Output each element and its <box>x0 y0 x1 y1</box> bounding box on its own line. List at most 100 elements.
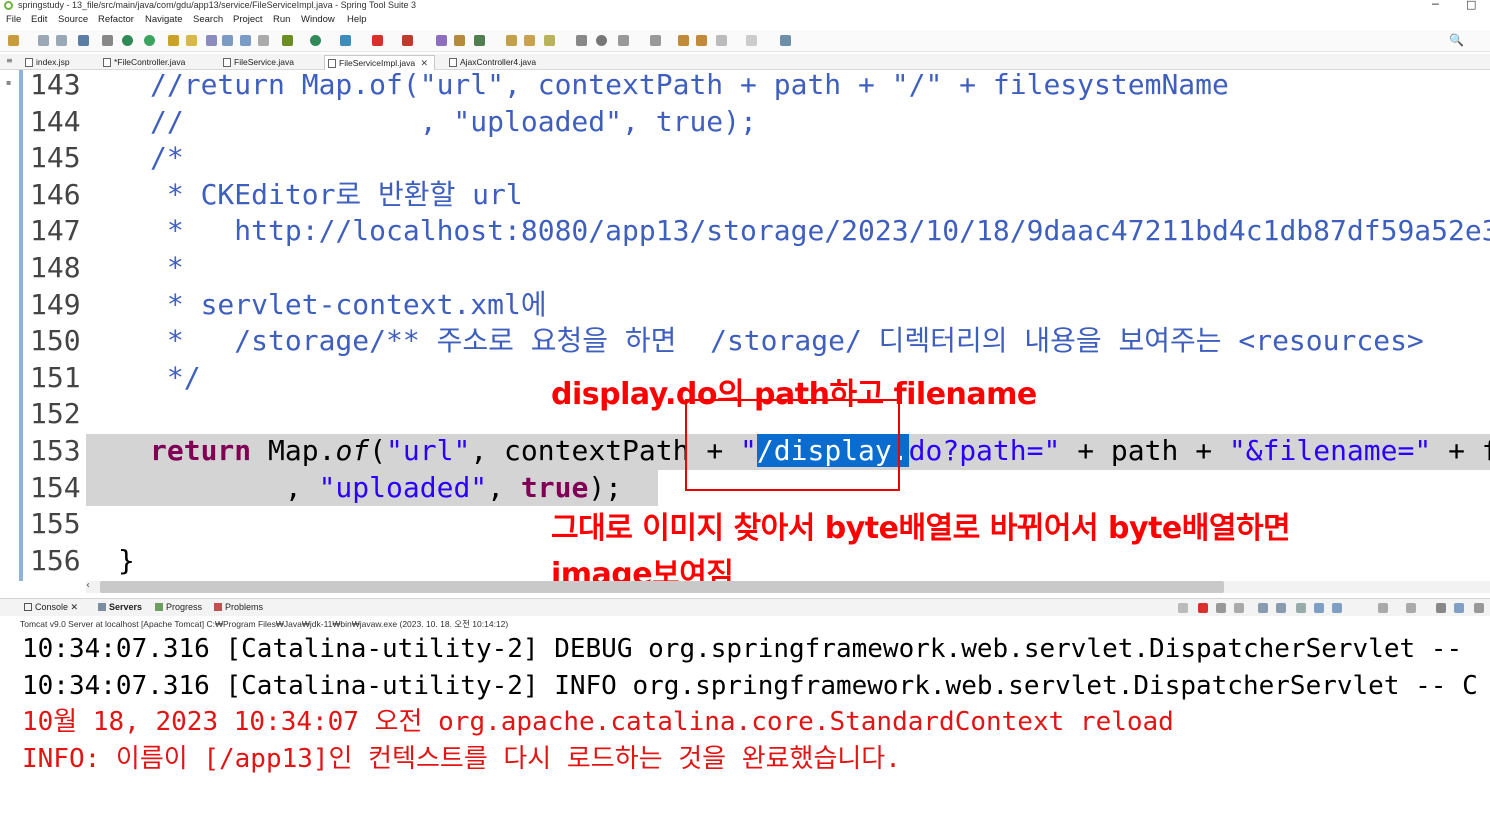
menu-bar: File Edit Source Refactor Navigate Searc… <box>0 13 1490 29</box>
close-icon[interactable]: ✕ <box>71 602 79 612</box>
menu-window[interactable]: Window <box>301 14 335 25</box>
start-server-icon[interactable] <box>122 35 133 46</box>
stop-icon[interactable] <box>372 35 383 46</box>
scroll-lock-icon[interactable] <box>1258 603 1268 613</box>
tab-progress[interactable]: Progress <box>155 602 202 612</box>
tab-fileservice[interactable]: FileService.java <box>220 55 300 70</box>
show-stderr-icon[interactable] <box>1314 603 1324 613</box>
search-icon[interactable]: 🔍 <box>1449 33 1464 47</box>
display-console-icon[interactable] <box>1378 603 1388 613</box>
external-tools-icon[interactable] <box>402 35 413 46</box>
word-wrap-icon[interactable] <box>1276 603 1286 613</box>
code-line[interactable]: 144 // , "uploaded", true); <box>0 104 1490 141</box>
skip-breakpoints-icon[interactable] <box>102 35 113 46</box>
menu-help[interactable]: Help <box>347 14 367 25</box>
view-menu-icon[interactable] <box>1474 603 1484 613</box>
code-line[interactable]: 148 * <box>0 250 1490 287</box>
search-tool-icon[interactable] <box>544 35 555 46</box>
coverage-icon[interactable] <box>340 35 351 46</box>
show-stdout-icon[interactable] <box>1296 603 1306 613</box>
menu-edit[interactable]: Edit <box>31 14 47 25</box>
code-line[interactable]: 147 * http://localhost:8080/app13/storag… <box>0 213 1490 250</box>
debug-icon[interactable] <box>282 35 293 46</box>
scroll-left-icon[interactable]: ‹ <box>86 580 90 591</box>
tab-index-jsp[interactable]: index.jsp <box>22 55 76 70</box>
line-text: } <box>118 543 135 577</box>
annotation-text: display.do의 path하고 filename <box>551 377 1037 412</box>
menu-file[interactable]: File <box>6 14 21 25</box>
terminate-icon[interactable] <box>1198 603 1208 613</box>
save-icon[interactable] <box>38 35 49 46</box>
next-edit-icon[interactable] <box>650 35 661 46</box>
menu-refactor[interactable]: Refactor <box>98 14 134 25</box>
menu-source[interactable]: Source <box>58 14 88 25</box>
menu-run[interactable]: Run <box>273 14 290 25</box>
menu-project[interactable]: Project <box>233 14 263 25</box>
problems-icon <box>214 603 222 611</box>
highlight-icon[interactable] <box>186 35 197 46</box>
open-task-icon[interactable] <box>524 35 535 46</box>
next-annotation-icon[interactable] <box>206 35 217 46</box>
editor-horizontal-scrollbar[interactable]: ‹ <box>86 580 1490 593</box>
tab-label: *FileController.java <box>114 57 186 67</box>
run-icon[interactable] <box>310 35 321 46</box>
java-file-icon <box>328 59 336 68</box>
code-line[interactable]: 150 * /storage/** 주소로 요청을 하면 /storage/ 디… <box>0 323 1490 360</box>
nav-back-icon[interactable] <box>716 35 727 46</box>
forward-icon[interactable] <box>696 35 707 46</box>
spring-tools-icon[interactable] <box>168 35 179 46</box>
code-line[interactable]: 143 //return Map.of("url", contextPath +… <box>0 70 1490 104</box>
main-toolbar: 🔍 <box>0 30 1490 52</box>
tab-servers[interactable]: Servers <box>98 602 142 612</box>
minimize-view-icon[interactable] <box>1436 603 1446 613</box>
open-console-icon[interactable] <box>78 35 89 46</box>
line-number: 149 <box>30 287 81 321</box>
code-line[interactable]: 145 /* <box>0 140 1490 177</box>
tab-console[interactable]: Console ✕ <box>24 602 78 613</box>
console-output[interactable]: 10:34:07.316 [Catalina-utility-2] DEBUG … <box>0 631 1490 818</box>
console-icon <box>24 603 32 611</box>
prev-annotation-icon[interactable] <box>222 35 233 46</box>
pin-editor-icon[interactable] <box>780 35 791 46</box>
open-type-icon[interactable] <box>506 35 517 46</box>
clear-console-icon[interactable] <box>1178 603 1188 613</box>
new-icon[interactable] <box>8 35 19 46</box>
tab-label: index.jsp <box>36 57 70 67</box>
servers-icon <box>98 603 106 611</box>
new-class-icon[interactable] <box>454 35 465 46</box>
tab-fileserviceimpl[interactable]: FileServiceImpl.java ✕ <box>324 55 435 70</box>
refresh-icon[interactable] <box>144 35 155 46</box>
nav-forward-icon[interactable] <box>746 35 757 46</box>
code-line[interactable]: 156 } <box>0 543 1490 580</box>
pin-console-icon[interactable] <box>1332 603 1342 613</box>
back-icon[interactable] <box>678 35 689 46</box>
tabs-menu-icon[interactable]: ≡ <box>6 56 13 65</box>
tab-filecontroller[interactable]: *FileController.java <box>100 55 191 70</box>
tab-problems[interactable]: Problems <box>214 602 263 612</box>
remove-all-icon[interactable] <box>1234 603 1244 613</box>
last-edit-icon[interactable] <box>618 35 629 46</box>
open-console-icon[interactable] <box>1406 603 1416 613</box>
toggle-markers-icon[interactable] <box>576 35 587 46</box>
code-line[interactable]: 149 * servlet-context.xml에 <box>0 287 1490 324</box>
block-selection-icon[interactable] <box>240 35 251 46</box>
remove-launch-icon[interactable] <box>1216 603 1226 613</box>
console-line: 10:34:07.316 [Catalina-utility-2] DEBUG … <box>22 634 1463 664</box>
menu-search[interactable]: Search <box>193 14 223 25</box>
line-text: * servlet-context.xml에 <box>150 287 547 321</box>
show-whitespace-icon[interactable] <box>258 35 269 46</box>
console-line: INFO: 이름이 [/app13]인 컨텍스트를 다시 로드하는 것을 완료했… <box>22 743 901 774</box>
code-line[interactable]: 146 * CKEditor로 반환할 url <box>0 177 1490 214</box>
close-tab-icon[interactable]: ✕ <box>420 58 428 68</box>
scrollbar-thumb[interactable] <box>100 581 1224 593</box>
globe-icon[interactable] <box>596 35 607 46</box>
maximize-view-icon[interactable] <box>1454 603 1464 613</box>
maximize-button[interactable]: □ <box>1466 0 1476 11</box>
minimize-button[interactable]: ─ <box>1432 0 1439 11</box>
new-java-package-icon[interactable] <box>436 35 447 46</box>
new-spring-project-icon[interactable] <box>474 35 485 46</box>
save-all-icon[interactable] <box>56 35 67 46</box>
line-number: 155 <box>30 507 81 541</box>
menu-navigate[interactable]: Navigate <box>145 14 183 25</box>
tab-ajaxcontroller4[interactable]: AjaxController4.java <box>446 55 542 70</box>
